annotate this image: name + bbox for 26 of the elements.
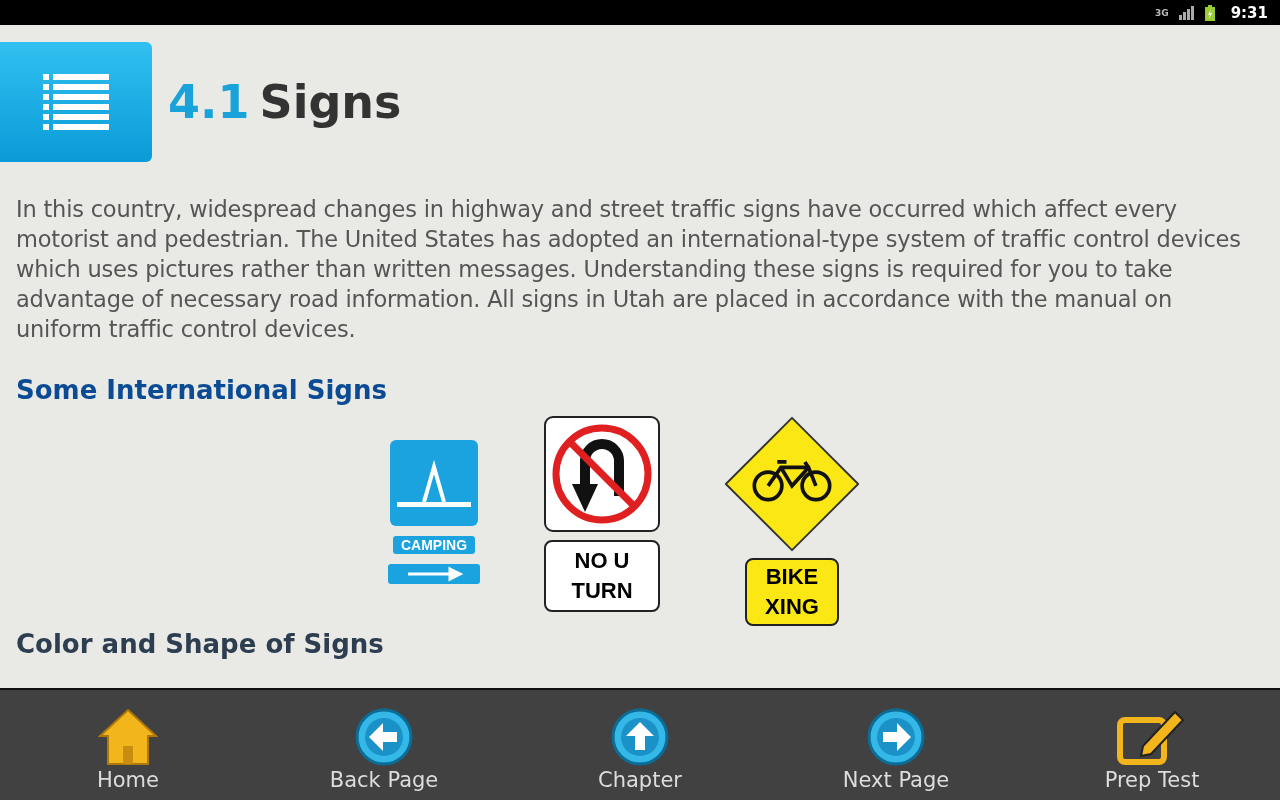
nav-button[interactable]: Back Page — [256, 690, 512, 800]
tent-sign-icon — [390, 440, 478, 526]
clock-label: 9:31 — [1230, 3, 1268, 22]
section-heading: Some International Signs — [16, 374, 388, 406]
nav-button[interactable]: Chapter — [512, 690, 768, 800]
sign-caption: TURN — [571, 577, 633, 605]
bicycle-sign-icon — [724, 416, 860, 552]
sign-caption: XING — [765, 593, 819, 621]
intro-paragraph: In this country, widespread changes in highway and street traffic signs have occurred which affect every motorist and pedestrian. The United States has adopted an international-type system of traffic control devices which uses pictures rather than written messages. Understanding these signs is required for you to take advantage of necessary road information. All signs in Utah are placed in accordance with the manual on uniform traffic control devices. — [16, 195, 1242, 344]
sign-caption: NO U — [574, 547, 630, 575]
nav-button[interactable]: Prep Test — [1024, 690, 1280, 800]
signal-icon — [1178, 5, 1195, 20]
battery-icon — [1204, 4, 1215, 21]
nav-button[interactable]: Home — [0, 690, 256, 800]
section-number: 4.1 — [168, 75, 250, 129]
network-type-label: 3G — [1155, 7, 1169, 18]
no-u-turn-sign-icon — [544, 416, 660, 532]
sign-caption: BIKE — [765, 563, 819, 591]
sign-caption: CAMPING — [392, 536, 476, 554]
nav-button[interactable]: Next Page — [768, 690, 1024, 800]
section-heading: Color and Shape of Signs — [16, 628, 385, 660]
list-icon — [43, 74, 109, 130]
home-icon — [98, 708, 158, 766]
contents-menu-button[interactable] — [0, 42, 152, 162]
arrow-sign-icon — [388, 564, 480, 584]
page-title: Signs — [259, 75, 402, 129]
